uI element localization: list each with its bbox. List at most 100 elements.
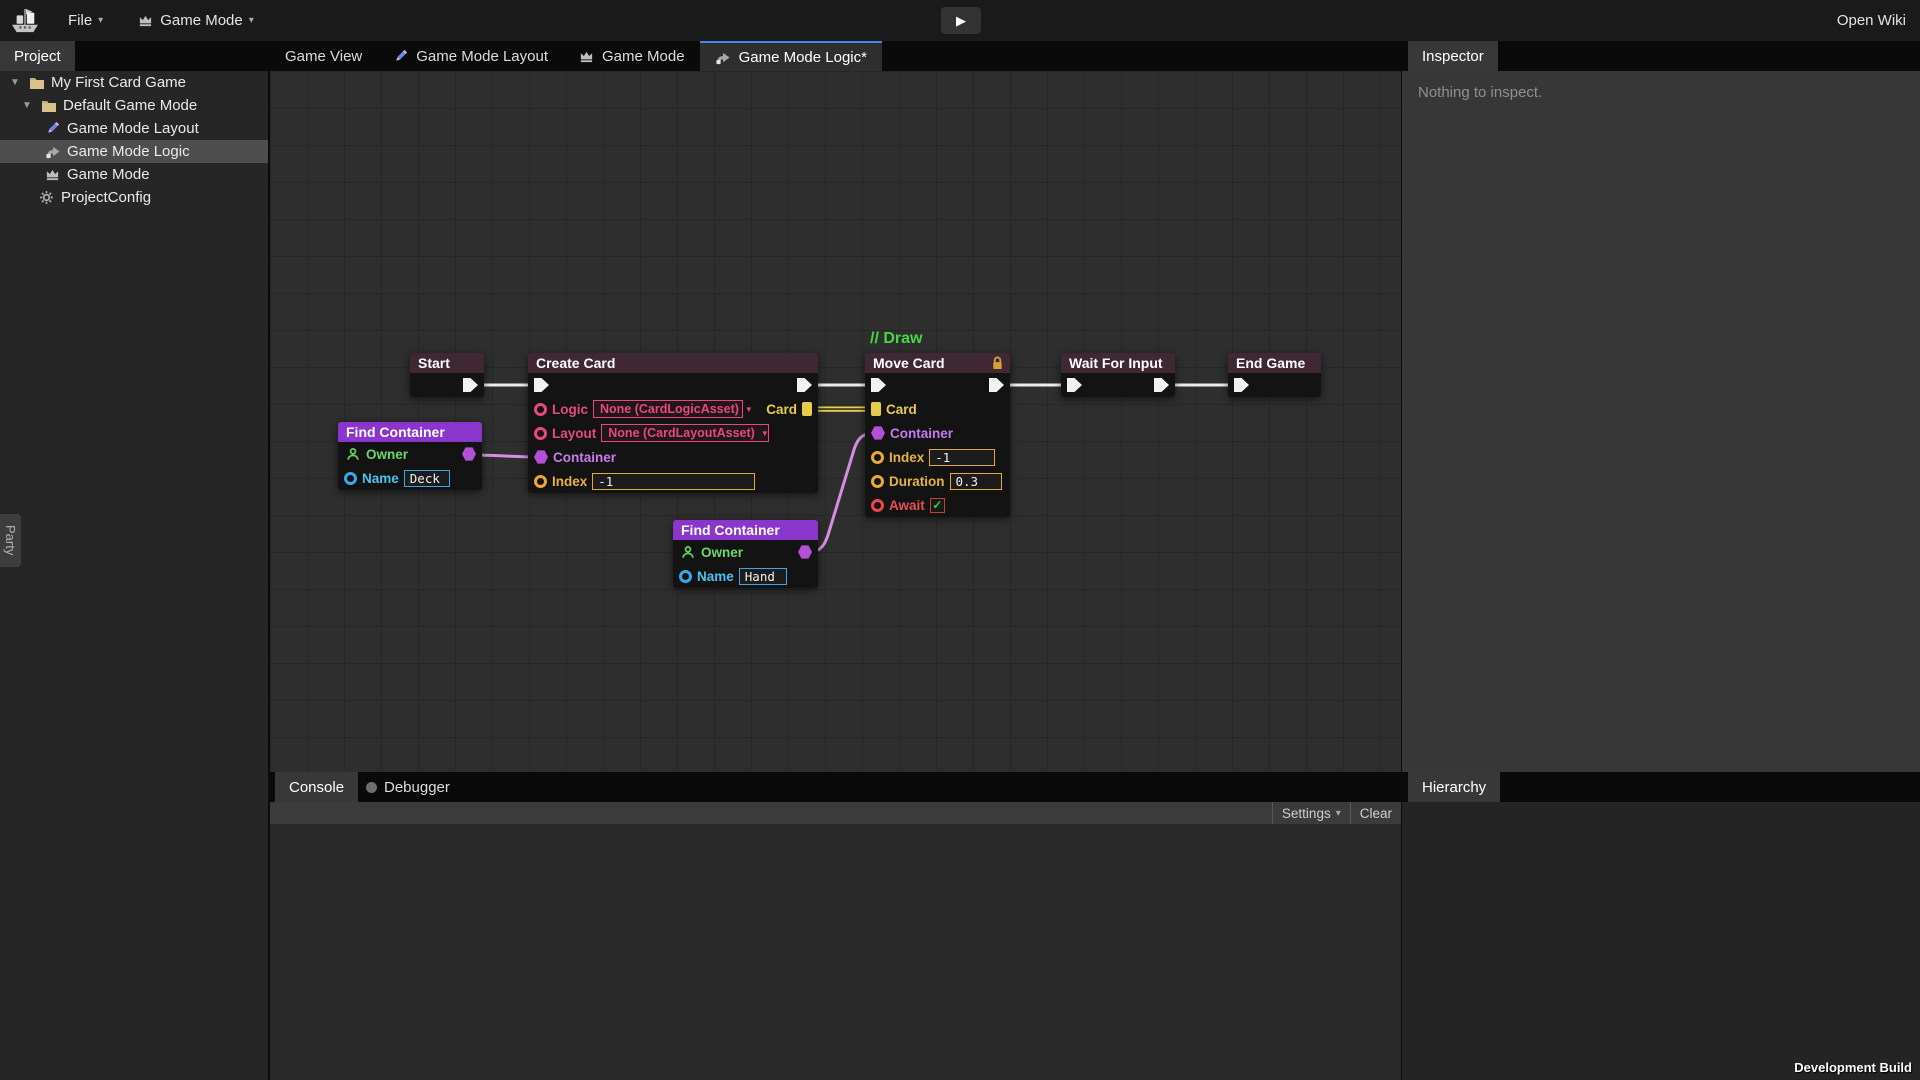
exec-in-pin[interactable] (871, 378, 886, 392)
tree-item-default-game-mode[interactable]: ▼ Default Game Mode (0, 94, 268, 117)
exec-out-pin[interactable] (463, 378, 478, 392)
console-output[interactable] (270, 824, 1401, 1080)
play-button[interactable]: ▶ (941, 7, 981, 34)
tree-item-label: Game Mode (67, 166, 150, 183)
tree-item-game-mode-layout[interactable]: Game Mode Layout (0, 117, 268, 140)
owner-person-icon (679, 545, 696, 559)
tree-item-projectconfig[interactable]: ProjectConfig (0, 186, 268, 209)
party-tab-label: Party (3, 525, 18, 555)
name-pin-label: Name (362, 471, 399, 486)
tab-debugger[interactable]: Debugger (352, 772, 464, 802)
debugger-tab-label: Debugger (384, 779, 450, 796)
exec-out-pin[interactable] (797, 378, 812, 392)
index-pin[interactable] (534, 475, 547, 488)
editor-tabs: Game View Game Mode Layout Game Mode Gam… (270, 41, 882, 71)
exec-in-pin[interactable] (1067, 378, 1082, 392)
exec-in-pin[interactable] (1234, 378, 1249, 392)
await-pin-label: Await (889, 498, 925, 513)
index-pin-label: Index (889, 450, 924, 465)
node-title: End Game (1228, 353, 1321, 373)
tab-console[interactable]: Console (275, 772, 358, 802)
layout-asset-value: None (CardLayoutAsset) (608, 426, 755, 440)
card-out-pin[interactable] (802, 402, 812, 416)
lock-icon (991, 356, 1004, 370)
file-menu[interactable]: File ▾ (58, 12, 113, 29)
layout-pin[interactable] (534, 427, 547, 440)
tab-label: Game Mode Logic* (739, 49, 867, 66)
node-end-game[interactable]: End Game (1228, 353, 1321, 397)
exec-in-pin[interactable] (534, 378, 549, 392)
layout-pencil-icon (44, 121, 61, 136)
hierarchy-panel: Development Build (1402, 802, 1920, 1080)
tree-item-game-mode[interactable]: Game Mode (0, 163, 268, 186)
folder-icon (28, 76, 45, 90)
console-toolbar: Settings ▾ Clear (270, 802, 1401, 824)
logic-asset-dropdown[interactable]: None (CardLogicAsset) ▼ (593, 400, 743, 418)
node-find-container-deck[interactable]: Find Container Owner Name Deck (338, 422, 482, 490)
tab-game-mode[interactable]: Game Mode (563, 41, 700, 71)
settings-label: Settings (1282, 806, 1331, 821)
tab-inspector[interactable]: Inspector (1408, 41, 1498, 71)
node-find-container-hand[interactable]: Find Container Owner Name Hand (673, 520, 818, 588)
owner-pin-label: Owner (701, 545, 743, 560)
chevron-down-icon: ▾ (249, 15, 254, 26)
console-settings-dropdown[interactable]: Settings ▾ (1272, 802, 1350, 824)
file-menu-label: File (68, 12, 92, 29)
name-value-input[interactable]: Hand (739, 568, 787, 585)
inspector-tab-label: Inspector (1422, 48, 1484, 65)
gear-icon (38, 190, 55, 205)
await-pin[interactable] (871, 499, 884, 512)
layout-pencil-icon (392, 49, 409, 64)
owner-person-icon (344, 447, 361, 461)
card-pin-label: Card (886, 402, 917, 417)
tab-game-mode-logic[interactable]: Game Mode Logic* (700, 41, 882, 71)
tab-game-mode-layout[interactable]: Game Mode Layout (377, 41, 563, 71)
card-in-pin[interactable] (871, 402, 881, 416)
layout-asset-dropdown[interactable]: None (CardLayoutAsset) ▼ (601, 424, 769, 442)
exec-out-pin[interactable] (1154, 378, 1169, 392)
name-value-input[interactable]: Deck (404, 470, 450, 487)
tab-hierarchy[interactable]: Hierarchy (1408, 772, 1500, 802)
await-checkbox[interactable]: ✓ (930, 498, 945, 513)
tab-project[interactable]: Project (0, 41, 75, 71)
tree-item-my-first-card-game[interactable]: ▼ My First Card Game (0, 71, 268, 94)
console-clear-button[interactable]: Clear (1350, 802, 1401, 824)
graph-canvas[interactable]: // Draw Start Create Card Logic None (Ca… (270, 71, 1401, 772)
chevron-down-icon: ▾ (1336, 808, 1341, 819)
logic-pin-label: Logic (552, 402, 588, 417)
project-panel: ▼ My First Card Game ▼ Default Game Mode… (0, 71, 268, 1080)
index-pin[interactable] (871, 451, 884, 464)
container-out-pin[interactable] (798, 545, 812, 559)
party-side-tab[interactable]: Party (0, 514, 21, 567)
container-pin-label: Container (553, 450, 616, 465)
name-pin[interactable] (344, 472, 357, 485)
duration-pin[interactable] (871, 475, 884, 488)
expand-arrow-icon[interactable]: ▼ (8, 77, 22, 88)
node-create-card[interactable]: Create Card Logic None (CardLogicAsset) … (528, 353, 818, 493)
expand-arrow-icon[interactable]: ▼ (20, 100, 34, 111)
node-move-card[interactable]: Move Card Card Container Index -1 Durati… (865, 353, 1010, 517)
container-out-pin[interactable] (462, 447, 476, 461)
index-value-input[interactable]: -1 (929, 449, 995, 466)
tree-item-label: Game Mode Layout (67, 120, 199, 137)
tab-game-view[interactable]: Game View (270, 41, 377, 71)
debugger-status-dot-icon (366, 782, 377, 793)
game-mode-menu[interactable]: Game Mode ▾ (127, 12, 264, 29)
container-pin[interactable] (534, 450, 548, 464)
node-start[interactable]: Start (410, 353, 484, 397)
tab-label: Game Mode Layout (416, 48, 548, 65)
index-value-input[interactable]: -1 (592, 473, 755, 490)
graph-comment[interactable]: // Draw (870, 330, 922, 348)
logic-arrow-icon (715, 50, 732, 65)
name-pin-label: Name (697, 569, 734, 584)
duration-value-input[interactable]: 0.3 (950, 473, 1002, 490)
tree-item-game-mode-logic[interactable]: Game Mode Logic (0, 140, 268, 163)
tab-strip: Project Game View Game Mode Layout Game … (0, 41, 1920, 71)
open-wiki-link[interactable]: Open Wiki (1837, 0, 1906, 41)
container-pin[interactable] (871, 426, 885, 440)
tab-label: Game Mode (602, 48, 685, 65)
node-wait-for-input[interactable]: Wait For Input (1061, 353, 1175, 397)
logic-pin[interactable] (534, 403, 547, 416)
exec-out-pin[interactable] (989, 378, 1004, 392)
name-pin[interactable] (679, 570, 692, 583)
